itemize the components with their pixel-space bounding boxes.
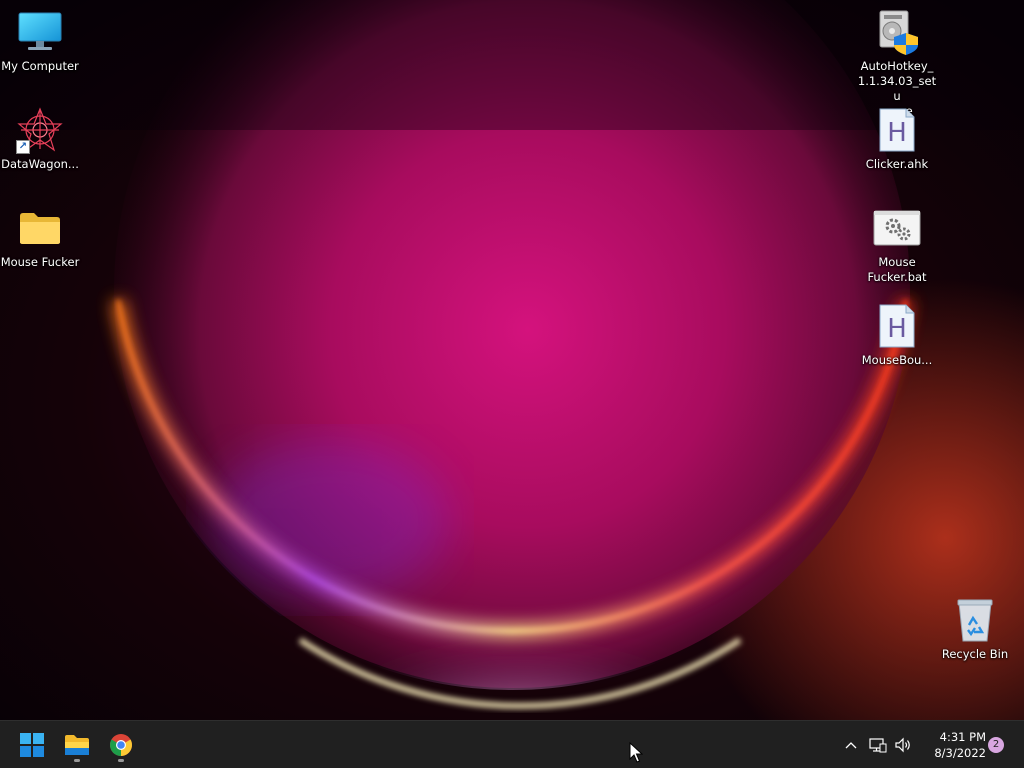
clock-button[interactable]: 4:31 PM 8/3/2022	[920, 729, 986, 761]
chevron-up-icon	[845, 742, 857, 749]
clock-date: 8/3/2022	[934, 746, 986, 760]
installer-shield-icon	[873, 8, 921, 56]
desktop-icon-label: Recycle Bin	[941, 647, 1009, 661]
desktop[interactable]: My Computer ↗ DataWagon... Mouse Fucker	[0, 0, 1024, 720]
desktop-icon-label: Mouse Fucker.bat	[867, 255, 927, 284]
desktop-icon-label: My Computer	[1, 59, 79, 73]
file-explorer-taskbar-button[interactable]	[59, 727, 95, 763]
monitor-icon	[16, 8, 64, 56]
running-indicator	[118, 759, 124, 762]
network-button[interactable]	[867, 733, 889, 757]
show-hidden-icons-button[interactable]	[840, 733, 862, 757]
chrome-taskbar-button[interactable]	[103, 727, 139, 763]
desktop-icon-label: MouseBou...	[861, 353, 933, 367]
clock-time: 4:31 PM	[939, 730, 986, 744]
notification-badge[interactable]: 2	[988, 737, 1004, 753]
svg-text:H: H	[887, 314, 907, 344]
datawagon-app-icon: ↗	[16, 106, 64, 154]
ahk-script-icon: H	[873, 302, 921, 350]
network-icon	[869, 738, 887, 753]
volume-icon	[895, 737, 910, 753]
start-button[interactable]	[14, 727, 50, 763]
desktop-icon-datawagon[interactable]: ↗ DataWagon...	[0, 106, 80, 172]
desktop-icon-mousebou-ahk[interactable]: H MouseBou...	[857, 302, 937, 368]
chrome-icon	[110, 734, 132, 756]
ahk-script-icon: H	[873, 106, 921, 154]
running-indicator	[74, 759, 80, 762]
mouse-cursor-icon	[629, 742, 643, 763]
desktop-icon-label: Mouse Fucker	[0, 255, 80, 269]
taskbar[interactable]: 4:31 PM 8/3/2022 2	[0, 720, 1024, 768]
shortcut-arrow-icon: ↗	[16, 140, 30, 154]
desktop-icon-mouse-fucker-bat[interactable]: Mouse Fucker.bat	[857, 204, 937, 285]
desktop-icon-label: DataWagon...	[1, 157, 79, 171]
desktop-icon-autohotkey-setup[interactable]: AutoHotkey_ 1.1.34.03_setu p.exe	[857, 8, 937, 119]
desktop-icon-recycle-bin[interactable]: Recycle Bin	[935, 596, 1015, 662]
desktop-icon-mouse-fucker-folder[interactable]: Mouse Fucker	[0, 204, 80, 270]
svg-text:H: H	[887, 118, 907, 148]
desktop-icon-clicker-ahk[interactable]: H Clicker.ahk	[857, 106, 937, 172]
volume-button[interactable]	[892, 733, 914, 757]
desktop-icon-my-computer[interactable]: My Computer	[0, 8, 80, 74]
batch-file-icon	[873, 204, 921, 252]
file-explorer-icon	[65, 735, 89, 755]
folder-icon	[16, 204, 64, 252]
recycle-bin-icon	[951, 596, 999, 644]
windows-start-icon	[20, 733, 44, 757]
desktop-icon-label: Clicker.ahk	[865, 157, 929, 171]
